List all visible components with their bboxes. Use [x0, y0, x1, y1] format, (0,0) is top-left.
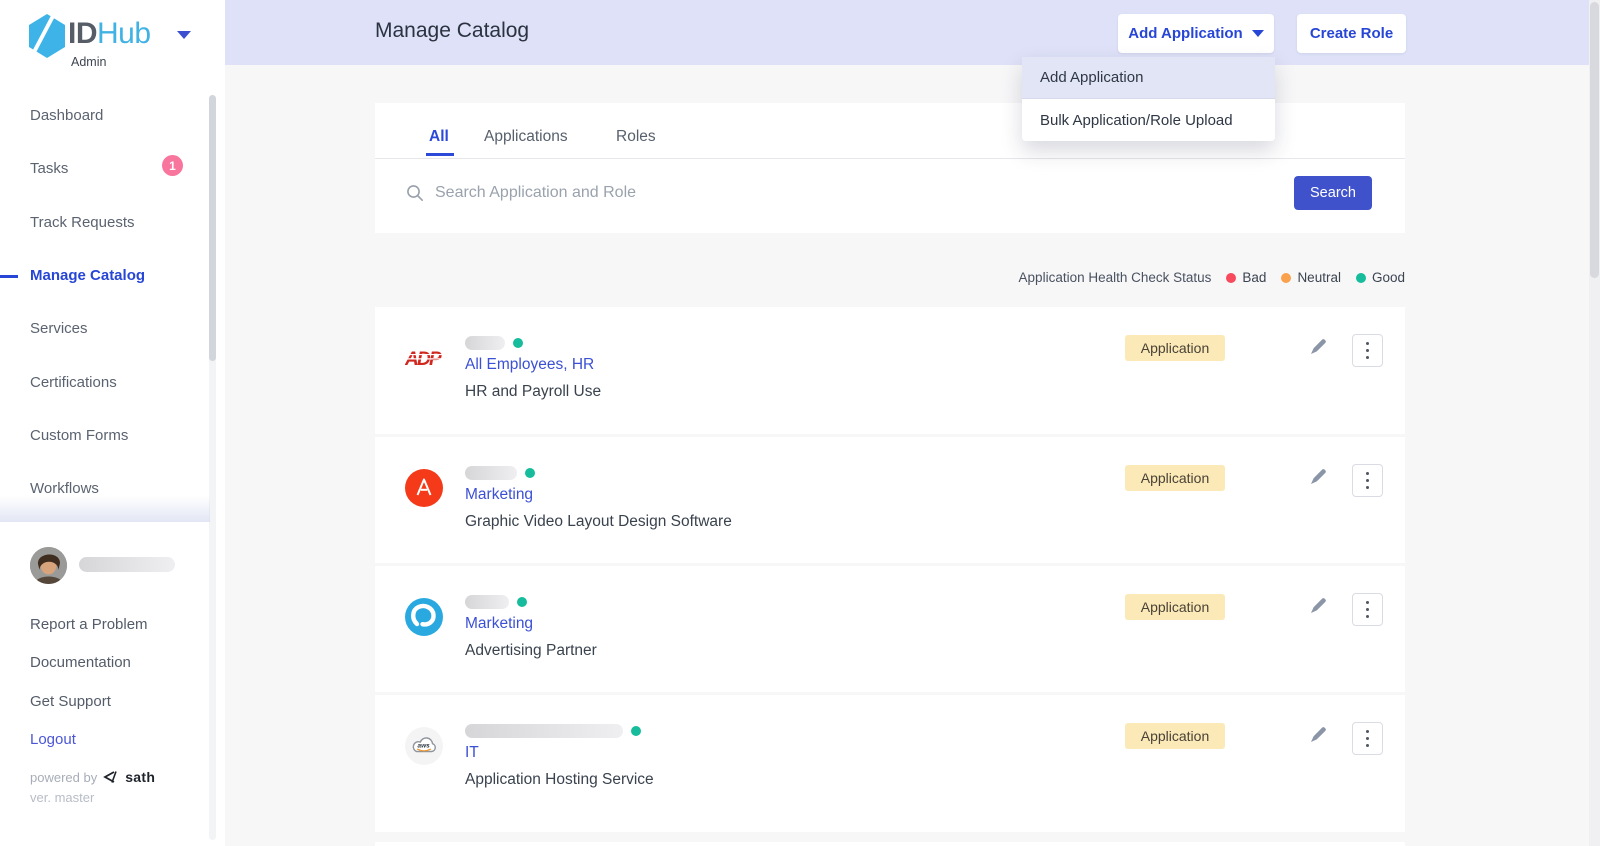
- app-role-link[interactable]: IT: [465, 744, 479, 762]
- advertising-swirl-logo: [405, 598, 443, 636]
- tab-applications[interactable]: Applications: [484, 128, 568, 146]
- brand-dropdown-caret-icon[interactable]: [177, 31, 191, 39]
- powered-by: powered by sath: [30, 769, 155, 785]
- active-nav-indicator: [0, 275, 18, 278]
- app-description: Advertising Partner: [465, 642, 597, 660]
- sidebar-item-custom-forms[interactable]: Custom Forms: [30, 427, 128, 445]
- edit-pencil-icon[interactable]: [1308, 467, 1328, 487]
- brand-subtitle: Admin: [71, 55, 106, 69]
- application-row: Marketing Advertising Partner Applicatio…: [375, 566, 1405, 692]
- neutral-status-dot-icon: [1281, 273, 1291, 283]
- redacted-user-name: [79, 557, 175, 572]
- sath-brand-text: sath: [125, 769, 155, 785]
- create-role-button[interactable]: Create Role: [1297, 14, 1406, 53]
- legend-item-bad: Bad: [1226, 270, 1266, 285]
- edit-pencil-icon[interactable]: [1308, 337, 1328, 357]
- tabs-divider: [375, 158, 1405, 159]
- application-row: ADP All Employees, HR HR and Payroll Use…: [375, 307, 1405, 434]
- good-status-dot-icon: [517, 597, 527, 607]
- edit-pencil-icon[interactable]: [1308, 725, 1328, 745]
- menu-item-bulk-upload[interactable]: Bulk Application/Role Upload: [1022, 99, 1275, 141]
- get-support-link[interactable]: Get Support: [30, 693, 111, 710]
- row-actions-kebab-icon[interactable]: [1352, 722, 1383, 755]
- app-role-link[interactable]: Marketing: [465, 615, 533, 633]
- row-actions-kebab-icon[interactable]: [1352, 593, 1383, 626]
- tab-all[interactable]: All: [429, 128, 449, 146]
- application-type-badge: Application: [1125, 723, 1225, 749]
- application-row: Marketing Graphic Video Layout Design So…: [375, 437, 1405, 563]
- search-button[interactable]: Search: [1294, 176, 1372, 210]
- application-row: aws IT Application Hosting Service Appli…: [375, 695, 1405, 832]
- sidebar-item-dashboard[interactable]: Dashboard: [30, 107, 103, 125]
- legend-label: Application Health Check Status: [1019, 270, 1212, 285]
- brand-wordmark: IDHub: [68, 17, 151, 51]
- svg-text:aws: aws: [418, 743, 431, 750]
- app-description: Application Hosting Service: [465, 771, 654, 789]
- app-description: Graphic Video Layout Design Software: [465, 513, 732, 531]
- legend-item-good: Good: [1356, 270, 1405, 285]
- add-application-button[interactable]: Add Application: [1118, 14, 1274, 53]
- good-status-dot-icon: [631, 726, 641, 736]
- redacted-app-name: [465, 595, 509, 609]
- app-role-link[interactable]: All Employees, HR: [465, 356, 594, 374]
- redacted-app-name: [465, 336, 505, 350]
- sidebar-item-manage-catalog[interactable]: Manage Catalog: [30, 267, 145, 285]
- version-label: ver. master: [30, 790, 94, 805]
- logout-link[interactable]: Logout: [30, 731, 76, 748]
- edit-pencil-icon[interactable]: [1308, 596, 1328, 616]
- app-description: HR and Payroll Use: [465, 383, 601, 401]
- good-status-dot-icon: [525, 468, 535, 478]
- tab-roles[interactable]: Roles: [616, 128, 656, 146]
- search-icon: [406, 184, 424, 202]
- adobe-logo: [405, 469, 443, 507]
- redacted-app-name: [465, 724, 623, 738]
- legend-item-neutral: Neutral: [1281, 270, 1341, 285]
- idhub-hexagon-logo-icon: [26, 13, 68, 59]
- application-type-badge: Application: [1125, 335, 1225, 361]
- adp-logo: ADP: [405, 343, 443, 373]
- page-header: Manage Catalog Add Application Create Ro…: [225, 0, 1589, 65]
- menu-item-add-application[interactable]: Add Application: [1022, 57, 1275, 99]
- sidebar-item-tasks[interactable]: Tasks: [30, 160, 68, 178]
- good-status-dot-icon: [1356, 273, 1366, 283]
- sidebar-item-services[interactable]: Services: [30, 320, 88, 338]
- documentation-link[interactable]: Documentation: [30, 654, 131, 671]
- sidebar: IDHub Admin Dashboard Tasks 1 Track Requ…: [0, 0, 225, 846]
- good-status-dot-icon: [513, 338, 523, 348]
- user-avatar[interactable]: [30, 547, 67, 584]
- active-tab-underline: [426, 153, 454, 156]
- application-type-badge: Application: [1125, 465, 1225, 491]
- report-a-problem-link[interactable]: Report a Problem: [30, 616, 148, 633]
- health-check-legend: Application Health Check Status Bad Neut…: [375, 270, 1405, 285]
- bad-status-dot-icon: [1226, 273, 1236, 283]
- redacted-app-name: [465, 466, 517, 480]
- sath-logo-icon: [103, 771, 119, 783]
- row-actions-kebab-icon[interactable]: [1352, 464, 1383, 497]
- application-type-badge: Application: [1125, 594, 1225, 620]
- aws-cloud-logo: aws: [405, 727, 443, 765]
- tasks-count-badge: 1: [162, 155, 183, 176]
- list-row-partial: [375, 842, 1405, 846]
- page-title: Manage Catalog: [375, 19, 529, 43]
- sidebar-item-certifications[interactable]: Certifications: [30, 374, 117, 392]
- sidebar-item-track-requests[interactable]: Track Requests: [30, 214, 134, 232]
- chevron-down-icon: [1252, 30, 1264, 37]
- sidebar-scrollbar-thumb[interactable]: [209, 95, 216, 361]
- sidebar-scroll-fade: [0, 496, 210, 522]
- page-scrollbar-thumb[interactable]: [1590, 2, 1599, 278]
- app-role-link[interactable]: Marketing: [465, 486, 533, 504]
- add-application-dropdown-menu: Add Application Bulk Application/Role Up…: [1022, 57, 1275, 141]
- search-input[interactable]: [435, 177, 1075, 209]
- row-actions-kebab-icon[interactable]: [1352, 334, 1383, 367]
